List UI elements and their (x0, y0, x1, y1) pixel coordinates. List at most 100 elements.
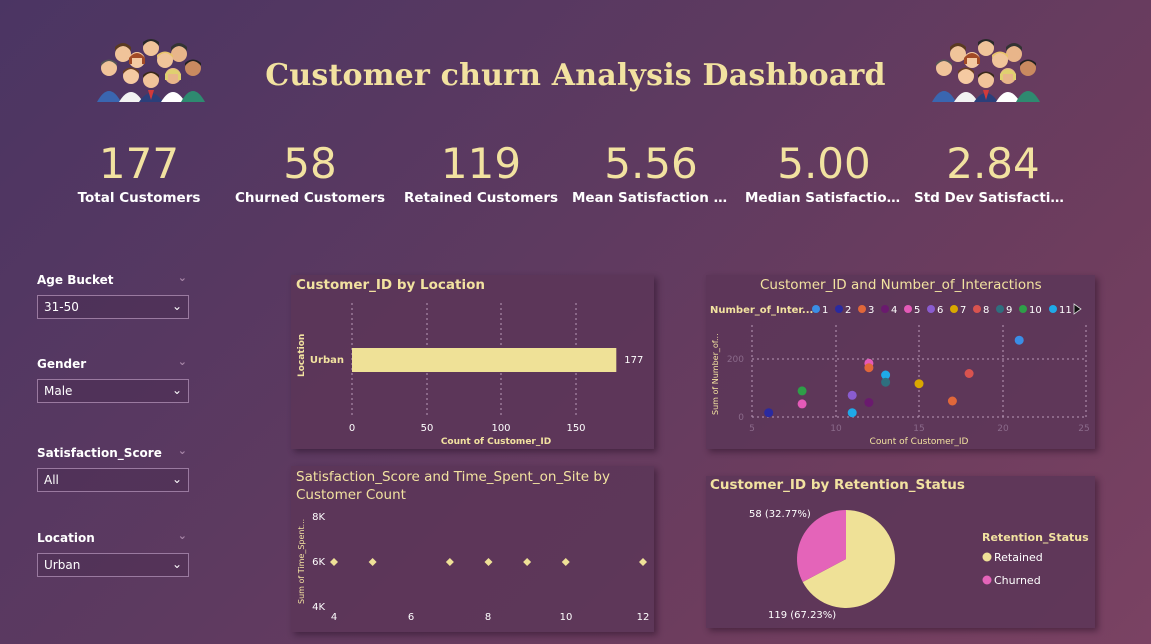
y-axis-label: Location (297, 334, 307, 377)
retention-pie-panel[interactable]: Customer_ID by Retention_Status 58 (32.7… (706, 476, 1095, 628)
scatter-point[interactable] (881, 377, 891, 387)
legend-item-8[interactable]: 8 (973, 305, 989, 316)
x-tick-label: 15 (913, 424, 924, 434)
legend-marker (881, 305, 889, 313)
slicer-title: Location (37, 531, 95, 545)
legend-item-5[interactable]: 5 (904, 305, 920, 316)
location-dropdown[interactable]: Urban ⌄ (37, 553, 189, 577)
scatter-point[interactable] (523, 558, 532, 566)
category-label: Urban (310, 355, 344, 366)
scatter-point[interactable] (847, 408, 857, 418)
satisfaction-score-dropdown[interactable]: All ⌄ (37, 468, 189, 492)
legend-item-11[interactable]: 11 (1049, 305, 1072, 316)
x-tick-label: 8 (485, 612, 491, 623)
legend-label: 9 (1006, 305, 1012, 316)
legend-label: 6 (937, 305, 943, 316)
y-tick-label: 0 (738, 413, 744, 423)
legend-label: 4 (891, 305, 897, 316)
retention-pie-chart: 58 (32.77%) 119 (67.23%) Retention_Statu… (749, 509, 1089, 621)
legend-next-icon[interactable] (1073, 303, 1082, 315)
age-bucket-dropdown[interactable]: 31-50 ⌄ (37, 295, 189, 319)
scatter-point[interactable] (914, 379, 924, 389)
dropdown-value: Male (44, 384, 73, 398)
legend-label: 11 (1059, 305, 1072, 316)
legend-item-4[interactable]: 4 (881, 305, 897, 316)
kpi-total-customers[interactable]: 177 Total Customers (59, 138, 219, 206)
location-bar-chart-panel[interactable]: Customer_ID by Location Location Urban 1… (291, 275, 654, 449)
scatter-point[interactable] (561, 558, 570, 566)
legend-item-6[interactable]: 6 (927, 305, 943, 316)
x-tick-label: 6 (408, 612, 414, 623)
scatter-point[interactable] (368, 558, 377, 566)
legend-label: 2 (845, 305, 851, 316)
x-tick-label: 5 (749, 424, 755, 434)
legend-label[interactable]: Churned (994, 574, 1041, 587)
kpi-label: Total Customers (77, 190, 201, 206)
chevron-down-icon: ⌄ (171, 383, 182, 397)
legend-item-3[interactable]: 3 (858, 305, 874, 316)
legend-item-9[interactable]: 9 (996, 305, 1012, 316)
legend-label: 5 (914, 305, 920, 316)
scatter-point[interactable] (445, 558, 454, 566)
legend-item-2[interactable]: 2 (835, 305, 851, 316)
scatter-point[interactable] (484, 558, 493, 566)
kpi-median-satisfaction[interactable]: 5.00 Median Satisfaction Score (745, 138, 903, 206)
kpi-label: Median Satisfaction Score (745, 190, 903, 206)
scatter-point[interactable] (964, 369, 974, 378)
scatter-point[interactable] (797, 399, 807, 409)
interactions-scatter-panel[interactable]: Customer_ID and Number_of_Interactions N… (706, 275, 1095, 449)
gender-dropdown[interactable]: Male ⌄ (37, 379, 189, 403)
kpi-value: 58 (283, 139, 337, 188)
scatter-point[interactable] (639, 558, 647, 566)
bar-urban[interactable] (352, 348, 617, 372)
x-tick-label: 25 (1078, 424, 1089, 434)
legend-label: 7 (960, 305, 966, 316)
legend-item-7[interactable]: 7 (950, 305, 966, 316)
legend-marker (950, 305, 958, 313)
scatter-point[interactable] (330, 558, 338, 566)
dropdown-value: 31-50 (44, 300, 79, 314)
chevron-down-icon: ⌄ (171, 472, 182, 486)
legend-marker (904, 305, 912, 313)
chevron-down-icon[interactable]: ⌄ (178, 444, 187, 457)
legend-marker-retained (982, 552, 992, 562)
dropdown-value: Urban (44, 558, 81, 572)
scatter-point[interactable] (864, 363, 874, 373)
kpi-std-dev-satisfaction[interactable]: 2.84 Std Dev Satisfaction Score (914, 138, 1072, 206)
scatter-point[interactable] (797, 386, 807, 396)
legend-label: 3 (868, 305, 874, 316)
legend-item-10[interactable]: 10 (1019, 305, 1042, 316)
y-tick-label: 6K (312, 557, 325, 568)
satisfaction-scatter-chart: Sum of Time_Spent... 8K 6K 4K 4 6 8 10 1… (297, 512, 649, 623)
kpi-value: 5.56 (604, 139, 698, 188)
chevron-down-icon: ⌄ (171, 299, 182, 313)
x-axis-label: Count of Customer_ID (441, 437, 551, 447)
chevron-down-icon[interactable]: ⌄ (178, 355, 187, 368)
chevron-down-icon[interactable]: ⌄ (178, 529, 187, 542)
chevron-down-icon[interactable]: ⌄ (178, 271, 187, 284)
x-tick-label: 100 (491, 423, 510, 434)
x-axis-label: Count of Customer_ID (870, 437, 969, 447)
kpi-churned-customers[interactable]: 58 Churned Customers (230, 138, 390, 206)
bar-data-label: 177 (624, 355, 643, 366)
kpi-retained-customers[interactable]: 119 Retained Customers (401, 138, 561, 206)
scatter-point[interactable] (947, 396, 957, 406)
scatter-point[interactable] (1014, 335, 1024, 345)
legend-label: 8 (983, 305, 989, 316)
legend-item-1[interactable]: 1 (812, 305, 828, 316)
legend-marker (835, 305, 843, 313)
legend-title: Retention_Status (982, 531, 1089, 544)
scatter-point[interactable] (847, 390, 857, 400)
x-tick-label: 50 (421, 423, 434, 434)
kpi-mean-satisfaction[interactable]: 5.56 Mean Satisfaction Score (572, 138, 730, 206)
legend-marker (927, 305, 935, 313)
scatter-point[interactable] (764, 408, 774, 418)
legend-label[interactable]: Retained (994, 551, 1043, 564)
satisfaction-scatter-panel[interactable]: Satisfaction_Score and Time_Spent_on_Sit… (291, 466, 654, 632)
pie-slices (796, 510, 895, 608)
scatter-point[interactable] (864, 398, 874, 407)
slice-data-label: 58 (32.77%) (749, 509, 811, 520)
legend-marker (973, 305, 981, 313)
legend-label: 10 (1029, 305, 1042, 316)
y-axis-label: Sum of Number_of... (711, 333, 720, 415)
